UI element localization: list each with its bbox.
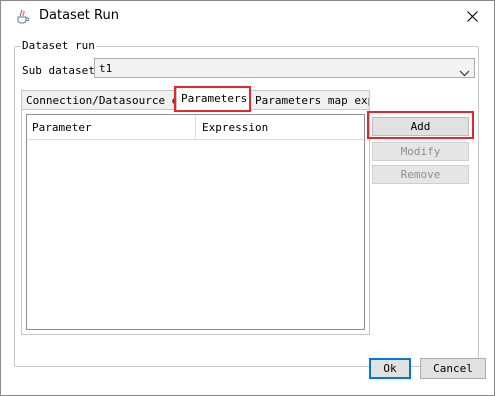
- dialog-content: Dataset run Sub dataset t1 Connection/Da…: [1, 32, 494, 395]
- sub-dataset-value: t1: [99, 62, 113, 75]
- column-header-expression[interactable]: Expression: [202, 121, 268, 134]
- title-bar: Dataset Run: [1, 1, 494, 32]
- java-cup-icon: [15, 8, 31, 24]
- parameters-table[interactable]: Parameter Expression: [26, 114, 365, 330]
- tab-parameters-map-exp[interactable]: Parameters map exp: [250, 90, 370, 109]
- group-legend: Dataset run: [21, 39, 96, 52]
- tab-label: Parameters map exp: [255, 94, 370, 107]
- sub-dataset-select[interactable]: t1: [94, 58, 475, 78]
- sub-dataset-label: Sub dataset: [22, 64, 95, 77]
- window-title: Dataset Run: [39, 8, 119, 23]
- parameters-panel: Parameter Expression: [21, 109, 370, 335]
- column-header-parameter[interactable]: Parameter: [32, 121, 92, 134]
- parameters-tab-highlight: [174, 86, 251, 112]
- table-header: Parameter Expression: [27, 115, 364, 140]
- remove-button[interactable]: Remove: [372, 165, 469, 184]
- close-button[interactable]: [451, 1, 494, 32]
- modify-button[interactable]: Modify: [372, 142, 469, 161]
- chevron-down-icon: [459, 63, 470, 82]
- tab-connection-datasource[interactable]: Connection/Datasource exp: [21, 90, 176, 109]
- dataset-run-dialog: Dataset Run Dataset run Sub dataset t1 C…: [0, 0, 495, 396]
- tab-label: Connection/Datasource exp: [26, 94, 176, 107]
- add-button-highlight: [367, 111, 474, 139]
- column-divider: [195, 115, 196, 139]
- cancel-button[interactable]: Cancel: [420, 358, 486, 379]
- ok-button[interactable]: Ok: [369, 358, 411, 379]
- close-icon: [467, 7, 478, 26]
